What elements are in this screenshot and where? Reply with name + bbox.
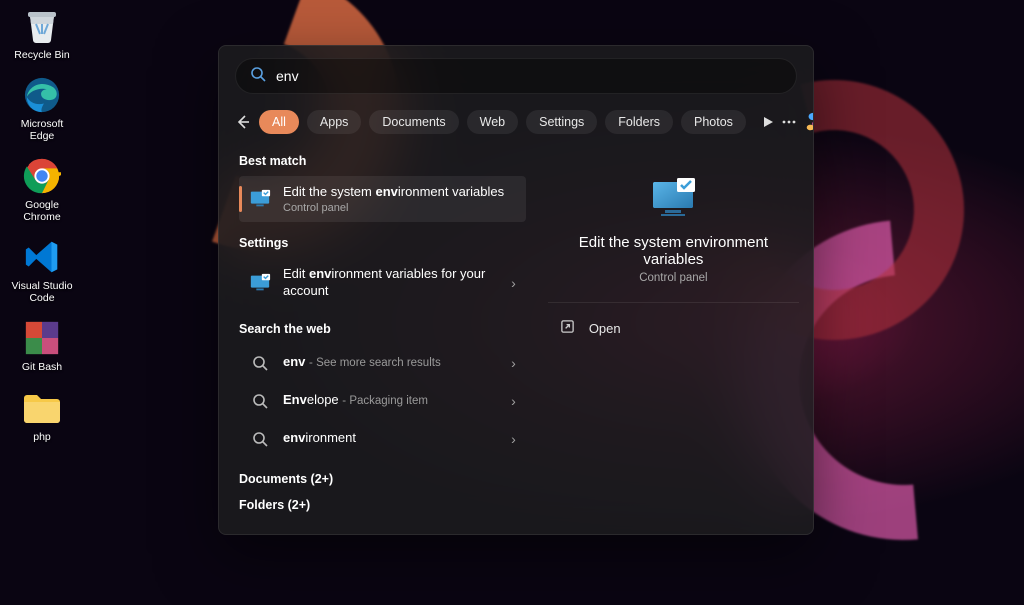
result-title: Envelope - Packaging item <box>283 392 499 409</box>
section-header-documents[interactable]: Documents (2+) <box>239 472 526 486</box>
section-header-settings: Settings <box>239 236 526 250</box>
search-bar[interactable] <box>235 58 797 94</box>
preview-pane: Edit the system environment variables Co… <box>534 148 813 528</box>
result-title: Edit the system environment variables <box>283 184 516 201</box>
result-web-item[interactable]: env - See more search results › <box>239 344 526 382</box>
divider <box>548 302 799 303</box>
monitor-settings-icon <box>249 272 271 294</box>
preview-action-open[interactable]: Open <box>554 309 793 347</box>
result-web-item[interactable]: Envelope - Packaging item › <box>239 382 526 420</box>
preview-action-label: Open <box>589 321 621 336</box>
desktop-icon-php-folder[interactable]: php <box>8 388 76 443</box>
search-icon <box>249 352 271 374</box>
filter-tab-settings[interactable]: Settings <box>526 110 597 134</box>
search-icon <box>250 66 266 87</box>
chevron-right-icon: › <box>511 431 516 447</box>
filter-tab-documents[interactable]: Documents <box>369 110 458 134</box>
section-header-web: Search the web <box>239 322 526 336</box>
result-title: env - See more search results <box>283 354 499 371</box>
desktop-icon-label: Microsoft Edge <box>8 118 76 142</box>
chevron-right-icon: › <box>511 275 516 291</box>
desktop-icon-label: Google Chrome <box>8 199 76 223</box>
filter-row: All Apps Documents Web Settings Folders … <box>219 94 813 148</box>
desktop-icon-label: Recycle Bin <box>14 49 69 61</box>
filter-tab-photos[interactable]: Photos <box>681 110 746 134</box>
filter-tab-web[interactable]: Web <box>467 110 518 134</box>
section-header-best-match: Best match <box>239 154 526 168</box>
result-title: Edit environment variables for your acco… <box>283 266 499 300</box>
preview-title: Edit the system environment variables <box>554 234 793 268</box>
filter-tab-all[interactable]: All <box>259 110 299 134</box>
preview-subtitle: Control panel <box>554 272 793 284</box>
edge-icon <box>22 75 62 115</box>
folder-icon <box>22 388 62 428</box>
result-title: environment <box>283 430 499 447</box>
search-icon <box>249 428 271 450</box>
desktop-icon-recycle-bin[interactable]: Recycle Bin <box>8 6 76 61</box>
back-button[interactable] <box>235 108 251 136</box>
recycle-bin-icon <box>22 6 62 46</box>
filter-tab-apps[interactable]: Apps <box>307 110 362 134</box>
result-subtitle: Control panel <box>283 202 516 214</box>
git-bash-icon <box>22 318 62 358</box>
chrome-icon <box>22 156 62 196</box>
monitor-settings-icon <box>249 188 271 210</box>
open-icon <box>560 319 575 337</box>
filter-tab-folders[interactable]: Folders <box>605 110 673 134</box>
desktop-icon-edge[interactable]: Microsoft Edge <box>8 75 76 142</box>
results-column: Best match Edit the system environment v… <box>219 148 534 528</box>
desktop-icons: Recycle Bin Microsoft Edge Google Chrome… <box>8 6 76 443</box>
section-header-folders[interactable]: Folders (2+) <box>239 498 526 512</box>
chevron-right-icon: › <box>511 355 516 371</box>
desktop-icon-chrome[interactable]: Google Chrome <box>8 156 76 223</box>
copilot-button[interactable] <box>804 108 814 136</box>
desktop-icon-vscode[interactable]: Visual Studio Code <box>8 237 76 304</box>
desktop-icon-label: php <box>33 431 51 443</box>
chevron-right-icon: › <box>511 393 516 409</box>
result-settings-item[interactable]: Edit environment variables for your acco… <box>239 258 526 308</box>
search-input[interactable] <box>276 68 782 84</box>
more-button[interactable] <box>782 108 796 136</box>
vscode-icon <box>22 237 62 277</box>
desktop-icon-label: Git Bash <box>22 361 62 373</box>
search-icon <box>249 390 271 412</box>
search-panel: All Apps Documents Web Settings Folders … <box>218 45 814 535</box>
desktop-icon-label: Visual Studio Code <box>8 280 76 304</box>
result-best-match[interactable]: Edit the system environment variables Co… <box>239 176 526 222</box>
play-button[interactable] <box>762 108 774 136</box>
desktop-icon-git-bash[interactable]: Git Bash <box>8 318 76 373</box>
result-web-item[interactable]: environment › <box>239 420 526 458</box>
preview-icon <box>554 174 793 222</box>
